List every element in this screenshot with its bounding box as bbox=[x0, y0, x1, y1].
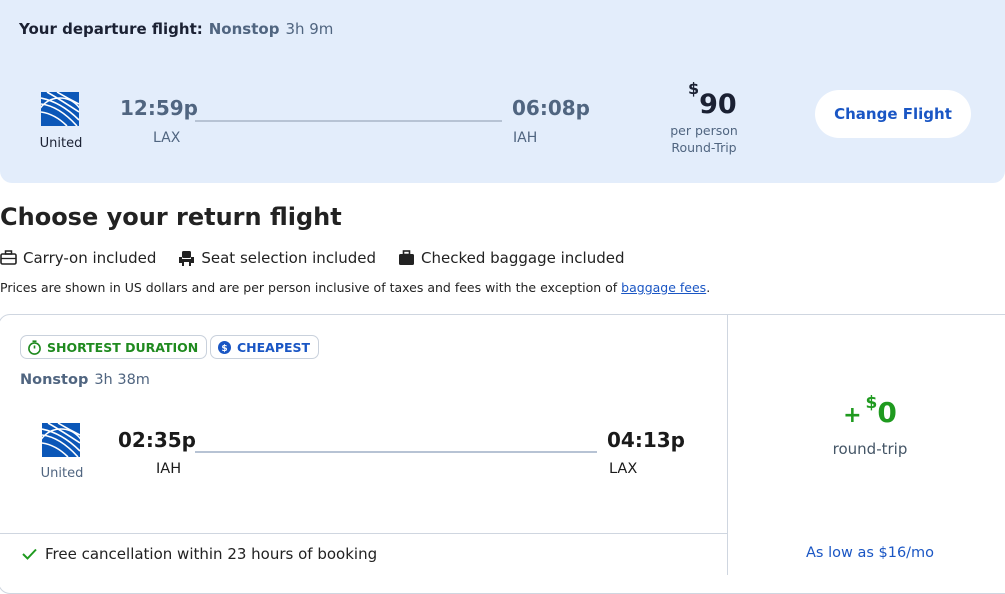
departure-price: $90 bbox=[688, 79, 737, 120]
free-cancellation-text: Free cancellation within 23 hours of boo… bbox=[45, 545, 378, 563]
card-divider-horizontal bbox=[0, 533, 727, 534]
return-stops: Nonstop bbox=[20, 372, 89, 388]
amenity-seat: Seat selection included bbox=[178, 249, 376, 267]
amenity-checked-bag-label: Checked baggage included bbox=[421, 249, 625, 267]
departure-price-amount: 90 bbox=[699, 89, 737, 120]
dollar-coin-icon: $ bbox=[218, 340, 231, 354]
svg-text:$: $ bbox=[221, 344, 227, 354]
amenity-carry-on-label: Carry-on included bbox=[23, 249, 157, 267]
checkmark-icon bbox=[22, 548, 37, 560]
return-price: +$0 bbox=[800, 392, 940, 429]
return-airline-name: United bbox=[40, 466, 84, 481]
seat-icon bbox=[179, 250, 195, 266]
amenities-row: Carry-on included Seat selection include… bbox=[0, 249, 646, 267]
badge-cheapest-label: CHEAPEST bbox=[237, 339, 311, 355]
stopwatch-icon bbox=[28, 339, 41, 355]
amenity-carry-on: Carry-on included bbox=[0, 249, 156, 267]
return-depart-code: IAH bbox=[156, 461, 182, 477]
departure-title: Your departure flight: bbox=[19, 20, 203, 38]
price-per-person: per person bbox=[670, 123, 738, 138]
departure-stops: Nonstop bbox=[208, 20, 280, 38]
amenity-checked-bag: Checked baggage included bbox=[398, 249, 624, 267]
return-route-line bbox=[195, 451, 597, 453]
price-disclaimer: Prices are shown in US dollars and are p… bbox=[0, 280, 710, 295]
departure-price-symbol: $ bbox=[688, 79, 700, 98]
carry-on-icon bbox=[0, 250, 17, 265]
price-round-trip: Round-Trip bbox=[671, 140, 737, 155]
checked-bag-icon bbox=[399, 250, 415, 265]
departure-airline-name: United bbox=[39, 136, 83, 151]
financing-link[interactable]: As low as $16/mo bbox=[806, 545, 934, 561]
united-logo-icon bbox=[42, 423, 80, 457]
return-price-plus: + bbox=[843, 403, 862, 428]
return-price-symbol: $ bbox=[865, 392, 878, 413]
departure-depart-code: LAX bbox=[153, 130, 181, 146]
departure-duration: 3h 9m bbox=[285, 20, 334, 38]
badge-cheapest: $ CHEAPEST bbox=[210, 335, 320, 359]
card-divider-vertical bbox=[727, 315, 728, 575]
departure-depart-time: 12:59p bbox=[120, 96, 198, 120]
amenity-seat-label: Seat selection included bbox=[201, 249, 377, 267]
baggage-fees-link[interactable]: baggage fees bbox=[621, 280, 706, 295]
badge-shortest-label: SHORTEST DURATION bbox=[47, 339, 199, 355]
return-depart-time: 02:35p bbox=[118, 428, 196, 452]
united-logo-icon bbox=[41, 92, 79, 126]
departure-arrive-code: IAH bbox=[513, 130, 538, 146]
disclaimer-text: Prices are shown in US dollars and are p… bbox=[0, 280, 618, 295]
departure-price-note: per person Round-Trip bbox=[659, 122, 749, 156]
return-section-heading: Choose your return flight bbox=[0, 203, 342, 231]
return-arrive-code: LAX bbox=[609, 461, 638, 477]
badge-shortest-duration: SHORTEST DURATION bbox=[20, 335, 208, 359]
return-price-amount: 0 bbox=[877, 396, 897, 429]
free-cancellation: Free cancellation within 23 hours of boo… bbox=[22, 545, 377, 563]
return-price-note: round-trip bbox=[832, 440, 908, 458]
departure-header: Your departure flight: Nonstop 3h 9m bbox=[19, 20, 333, 38]
departure-route-line bbox=[195, 120, 502, 122]
return-stops-info: Nonstop 3h 38m bbox=[20, 372, 150, 388]
change-flight-button[interactable]: Change Flight bbox=[815, 90, 971, 138]
disclaimer-end: . bbox=[706, 280, 711, 295]
return-duration: 3h 38m bbox=[94, 372, 150, 388]
departure-arrive-time: 06:08p bbox=[512, 96, 590, 120]
return-arrive-time: 04:13p bbox=[607, 428, 685, 452]
